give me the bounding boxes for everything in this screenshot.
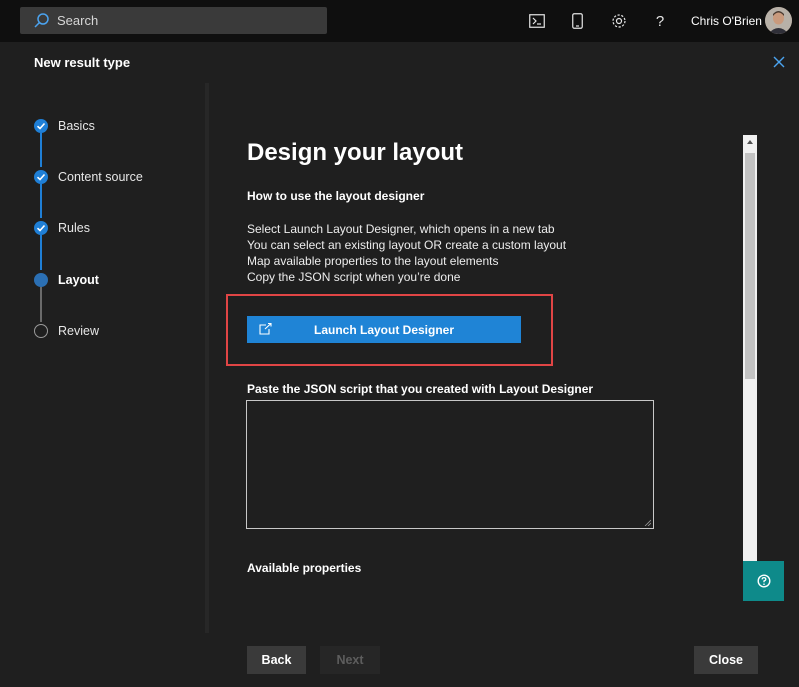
terminal-icon[interactable] <box>527 11 547 31</box>
step-label: Review <box>58 324 99 338</box>
instruction-line: You can select an existing layout OR cre… <box>247 238 567 252</box>
gear-icon[interactable] <box>609 11 629 31</box>
section-subheading: How to use the layout designer <box>247 189 425 203</box>
top-bar: Search ? Chris O'Brien <box>0 0 799 42</box>
check-icon <box>34 170 48 184</box>
instruction-line: Map available properties to the layout e… <box>247 254 499 268</box>
pending-step-icon <box>34 324 48 338</box>
question-circle-icon <box>756 574 771 588</box>
step-label: Content source <box>58 170 143 184</box>
launch-button-label: Launch Layout Designer <box>313 323 455 337</box>
close-icon[interactable] <box>772 55 786 69</box>
launch-layout-designer-button[interactable]: Launch Layout Designer <box>247 316 521 343</box>
scroll-up-button[interactable] <box>743 135 757 149</box>
panel-title: New result type <box>34 55 131 70</box>
json-field-label: Paste the JSON script that you created w… <box>247 382 594 396</box>
step-connector <box>40 287 42 322</box>
step-connector <box>40 133 42 167</box>
search-icon <box>34 13 49 28</box>
search-box[interactable]: Search <box>20 7 327 34</box>
instruction-line: Copy the JSON script when you’re done <box>247 270 461 284</box>
help-icon[interactable]: ? <box>650 11 670 31</box>
check-icon <box>34 119 48 133</box>
step-label: Layout <box>58 273 99 287</box>
mobile-icon[interactable] <box>567 11 587 31</box>
scrollbar-thumb[interactable] <box>745 153 755 379</box>
avatar[interactable] <box>765 7 792 34</box>
close-button[interactable]: Close <box>694 646 758 674</box>
next-button[interactable]: Next <box>320 646 380 674</box>
resize-grip-icon[interactable] <box>644 519 651 526</box>
step-connector <box>40 184 42 218</box>
current-step-icon <box>34 273 48 287</box>
step-connector <box>40 235 42 270</box>
instruction-line: Select Launch Layout Designer, which ope… <box>247 222 555 236</box>
page-heading: Design your layout <box>247 139 464 166</box>
panel-footer <box>0 633 799 687</box>
user-name[interactable]: Chris O'Brien <box>691 14 762 28</box>
json-script-textarea[interactable] <box>246 400 654 529</box>
check-icon <box>34 221 48 235</box>
back-button[interactable]: Back <box>247 646 306 674</box>
steps-panel <box>0 83 205 633</box>
step-label: Basics <box>58 119 95 133</box>
available-properties-heading: Available properties <box>247 561 362 575</box>
feedback-help-button[interactable] <box>743 561 784 601</box>
search-placeholder: Search <box>57 13 99 28</box>
step-label: Rules <box>58 221 90 235</box>
steps-divider <box>205 83 209 633</box>
